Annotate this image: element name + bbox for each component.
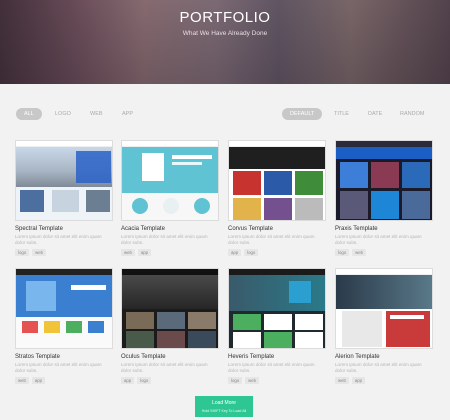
card-thumbnail[interactable] bbox=[335, 268, 433, 349]
tag[interactable]: logo bbox=[228, 377, 243, 384]
card-description: Lorem ipsum dolor sit amet elit enim qua… bbox=[121, 362, 208, 373]
card-title[interactable]: Spectral Template bbox=[15, 226, 63, 232]
card-description: Lorem ipsum dolor sit amet elit enim qua… bbox=[228, 234, 315, 245]
tag[interactable]: app bbox=[137, 249, 152, 256]
tag[interactable]: app bbox=[121, 377, 135, 384]
card-title[interactable]: Heveris Template bbox=[228, 354, 274, 360]
tag[interactable]: app bbox=[351, 377, 366, 384]
tag[interactable]: web bbox=[32, 249, 47, 256]
page-subtitle: What We Have Already Done bbox=[182, 30, 268, 37]
card-thumbnail[interactable] bbox=[335, 140, 433, 221]
tag[interactable]: logo bbox=[15, 249, 30, 256]
filter-app[interactable]: APP bbox=[114, 108, 141, 120]
tag[interactable]: web bbox=[15, 377, 29, 384]
sort-title[interactable]: TITLE bbox=[326, 108, 357, 120]
tag[interactable]: app bbox=[228, 249, 242, 256]
card-description: Lorem ipsum dolor sit amet elit enim qua… bbox=[335, 362, 422, 373]
tag[interactable]: logo bbox=[244, 249, 259, 256]
card-thumbnail[interactable] bbox=[228, 140, 326, 221]
tag[interactable]: web bbox=[352, 249, 367, 256]
card-title[interactable]: Corvus Template bbox=[228, 226, 273, 232]
load-more-label: Load More bbox=[212, 400, 236, 406]
card-thumbnail[interactable] bbox=[228, 268, 326, 349]
card-thumbnail[interactable] bbox=[15, 140, 113, 221]
portfolio-card[interactable]: Spectral Template Lorem ipsum dolor sit … bbox=[15, 140, 113, 256]
tag[interactable]: app bbox=[31, 377, 46, 384]
card-description: Lorem ipsum dolor sit amet elit enim qua… bbox=[15, 362, 102, 373]
sort-date[interactable]: DATE bbox=[360, 108, 390, 120]
card-title[interactable]: Acacia Template bbox=[121, 226, 165, 232]
sort-random[interactable]: RANDOM bbox=[392, 108, 432, 120]
portfolio-card[interactable]: Alerion Template Lorem ipsum dolor sit a… bbox=[335, 268, 433, 384]
filter-web[interactable]: WEB bbox=[82, 108, 111, 120]
portfolio-card[interactable]: Stratos Template Lorem ipsum dolor sit a… bbox=[15, 268, 113, 384]
portfolio-card[interactable]: Praxis Template Lorem ipsum dolor sit am… bbox=[335, 140, 433, 256]
page-title: PORTFOLIO bbox=[179, 9, 271, 26]
tag[interactable]: web bbox=[335, 377, 349, 384]
card-thumbnail[interactable] bbox=[15, 268, 113, 349]
tag[interactable]: web bbox=[245, 377, 260, 384]
sort-default[interactable]: DEFAULT bbox=[282, 108, 323, 120]
portfolio-card[interactable]: Corvus Template Lorem ipsum dolor sit am… bbox=[228, 140, 326, 256]
filter-logo[interactable]: LOGO bbox=[47, 108, 79, 120]
portfolio-card[interactable]: Oculus Template Lorem ipsum dolor sit am… bbox=[121, 268, 219, 384]
load-more-button[interactable]: Load More Hold SHIFT Key To Load All bbox=[195, 396, 253, 417]
tag[interactable]: logo bbox=[335, 249, 350, 256]
card-thumbnail[interactable] bbox=[121, 268, 219, 349]
load-more-hint: Hold SHIFT Key To Load All bbox=[201, 409, 247, 413]
card-thumbnail[interactable] bbox=[121, 140, 219, 221]
portfolio-card[interactable]: Acacia Template Lorem ipsum dolor sit am… bbox=[121, 140, 219, 256]
card-description: Lorem ipsum dolor sit amet elit enim qua… bbox=[335, 234, 422, 245]
portfolio-card[interactable]: Heveris Template Lorem ipsum dolor sit a… bbox=[228, 268, 326, 384]
card-title[interactable]: Stratos Template bbox=[15, 354, 60, 360]
tag[interactable]: web bbox=[121, 249, 135, 256]
card-title[interactable]: Alerion Template bbox=[335, 354, 380, 360]
card-title[interactable]: Praxis Template bbox=[335, 226, 378, 232]
card-description: Lorem ipsum dolor sit amet elit enim qua… bbox=[15, 234, 102, 245]
hero-banner: PORTFOLIO What We Have Already Done bbox=[0, 0, 450, 84]
tag[interactable]: logo bbox=[137, 377, 152, 384]
card-description: Lorem ipsum dolor sit amet elit enim qua… bbox=[121, 234, 208, 245]
card-title[interactable]: Oculus Template bbox=[121, 354, 166, 360]
card-description: Lorem ipsum dolor sit amet elit enim qua… bbox=[228, 362, 315, 373]
filter-all[interactable]: ALL bbox=[16, 108, 42, 120]
